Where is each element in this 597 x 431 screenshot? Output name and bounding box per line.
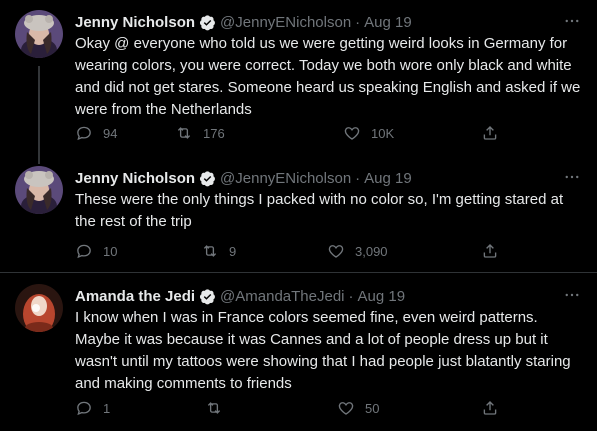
more-icon[interactable] xyxy=(563,12,581,30)
tweet-text: These were the only things I packed with… xyxy=(75,191,564,230)
share-button[interactable] xyxy=(481,124,499,142)
more-icon[interactable] xyxy=(563,168,581,186)
share-icon xyxy=(483,401,497,415)
like-icon xyxy=(328,245,344,258)
tweet-header: Amanda the Jedi @AmandaTheJedi · Aug 19 xyxy=(75,285,405,307)
action-bar: 1 50 xyxy=(75,399,505,419)
like-count: 3,090 xyxy=(355,243,388,259)
reply-button[interactable]: 10 xyxy=(75,242,117,260)
verified-badge-icon xyxy=(199,170,216,187)
retweet-count: 9 xyxy=(229,243,237,259)
timestamp[interactable]: Aug 19 xyxy=(358,288,406,305)
like-count: 50 xyxy=(365,400,380,416)
separator: · xyxy=(355,13,361,31)
handle[interactable]: @JennyENicholson xyxy=(220,14,351,31)
retweet-count: 176 xyxy=(203,125,225,141)
reply-count: 10 xyxy=(103,243,118,259)
retweet-icon xyxy=(207,402,221,414)
verified-badge-icon xyxy=(199,288,216,305)
like-button[interactable]: 50 xyxy=(337,399,379,417)
tweet-text: Okay @ everyone who told us we were gett… xyxy=(75,35,581,118)
share-icon xyxy=(483,126,497,140)
share-button[interactable] xyxy=(481,399,499,417)
like-icon xyxy=(338,402,354,415)
reply-count: 1 xyxy=(103,400,111,416)
display-name[interactable]: Jenny Nicholson xyxy=(75,170,195,187)
avatar-jenny[interactable] xyxy=(15,10,63,58)
action-bar: 10 9 3,090 xyxy=(75,242,505,262)
tweet-1[interactable]: Jenny Nicholson @JennyENicholson · Aug 1… xyxy=(0,10,597,160)
reply-count: 94 xyxy=(103,125,118,141)
reply-button[interactable]: 1 xyxy=(75,399,110,417)
verified-badge-icon xyxy=(199,14,216,31)
share-button[interactable] xyxy=(481,242,499,260)
reply-icon xyxy=(77,126,91,141)
display-name[interactable]: Jenny Nicholson xyxy=(75,14,195,31)
handle[interactable]: @AmandaTheJedi xyxy=(220,288,344,305)
separator: · xyxy=(355,169,361,187)
tweet-header: Jenny Nicholson @JennyENicholson · Aug 1… xyxy=(75,167,412,189)
timestamp[interactable]: Aug 19 xyxy=(364,14,412,31)
tweet-3[interactable]: Amanda the Jedi @AmandaTheJedi · Aug 19 … xyxy=(0,284,597,424)
more-icon[interactable] xyxy=(563,286,581,304)
like-count: 10K xyxy=(371,125,395,141)
like-button[interactable]: 10K xyxy=(343,124,394,142)
action-bar: 94 176 10K xyxy=(75,124,505,144)
tweet-header: Jenny Nicholson @JennyENicholson · Aug 1… xyxy=(75,11,412,33)
reply-icon xyxy=(77,244,91,259)
timestamp[interactable]: Aug 19 xyxy=(364,170,412,187)
avatar-amanda[interactable] xyxy=(15,284,63,332)
share-icon xyxy=(483,244,497,258)
tweet-text: I know when I was in France colors seeme… xyxy=(75,309,571,392)
like-icon xyxy=(344,127,360,140)
retweet-icon xyxy=(177,127,191,139)
handle[interactable]: @JennyENicholson xyxy=(220,170,351,187)
tweet-divider xyxy=(0,272,597,273)
reply-button[interactable]: 94 xyxy=(75,124,117,142)
separator: · xyxy=(348,287,354,305)
display-name[interactable]: Amanda the Jedi xyxy=(75,288,195,305)
tweet-2[interactable]: Jenny Nicholson @JennyENicholson · Aug 1… xyxy=(0,166,597,266)
retweet-button[interactable]: 9 xyxy=(201,242,236,260)
reply-icon xyxy=(77,401,91,416)
avatar-jenny[interactable] xyxy=(15,166,63,214)
retweet-button[interactable]: 176 xyxy=(175,124,225,142)
retweet-icon xyxy=(203,245,217,257)
retweet-button[interactable] xyxy=(205,399,223,417)
like-button[interactable]: 3,090 xyxy=(327,242,388,260)
